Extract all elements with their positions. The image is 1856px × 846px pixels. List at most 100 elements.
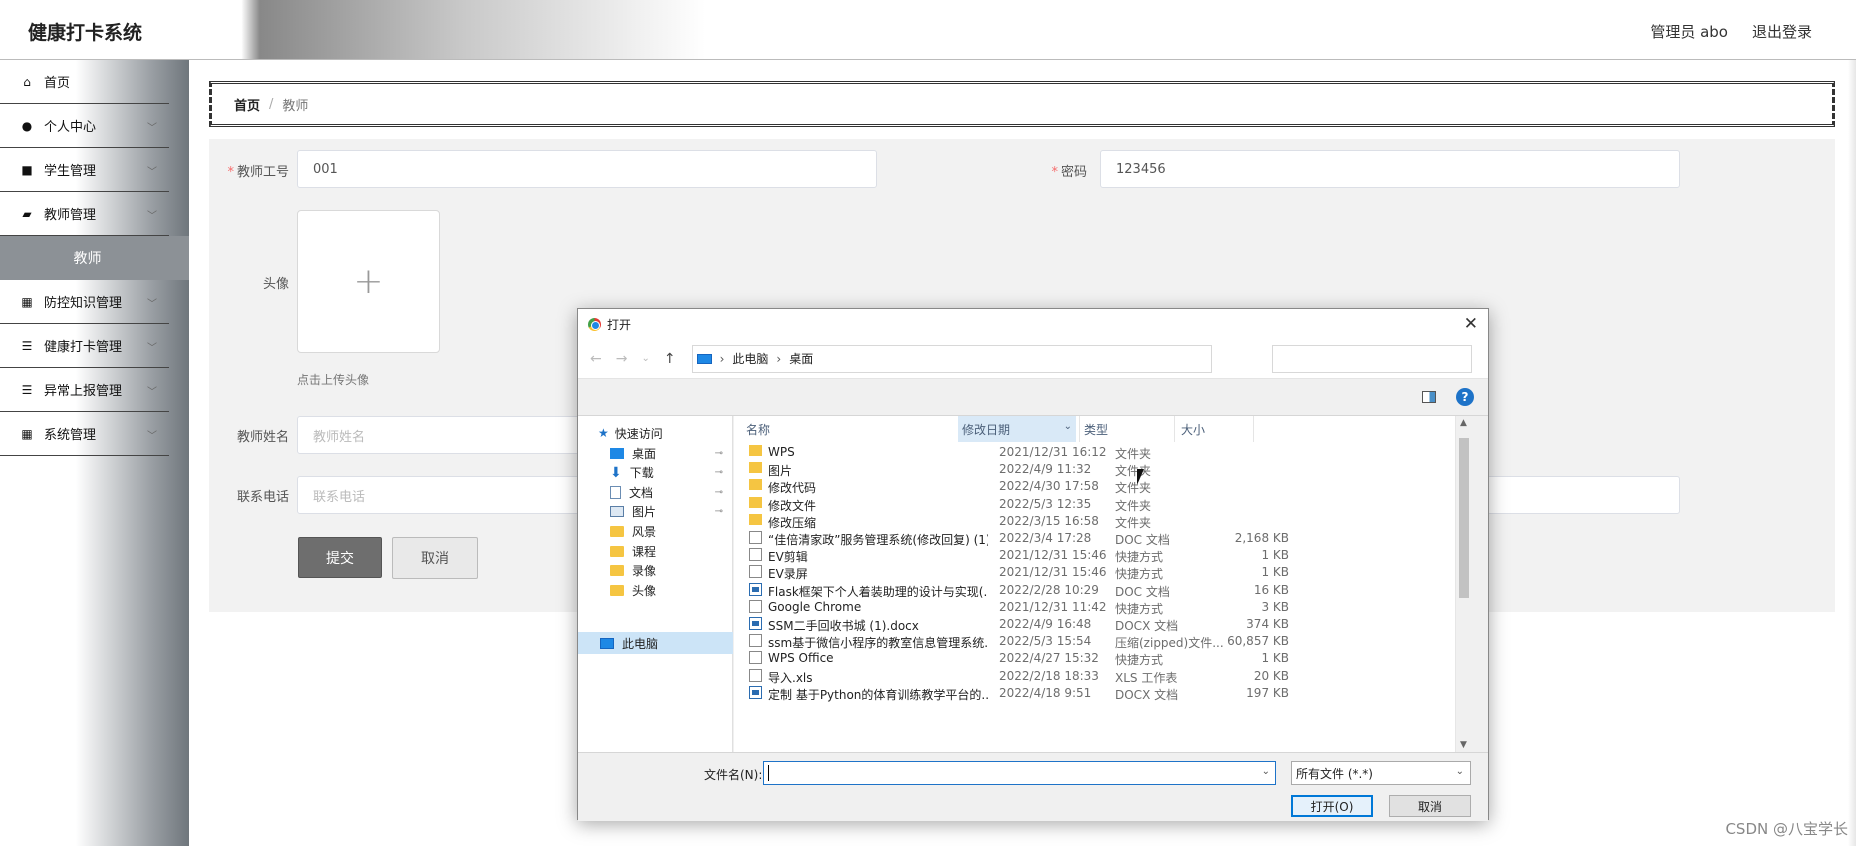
scrollbar-thumb[interactable] bbox=[1459, 438, 1469, 598]
nav-item-label: 图片 bbox=[632, 505, 657, 520]
address-segment-desktop[interactable]: 桌面 bbox=[789, 350, 813, 367]
folder-icon bbox=[749, 513, 762, 525]
chevron-down-icon: ﹀ bbox=[147, 167, 157, 178]
sidebar-item-a3[interactable]: ▰ 教师管理 ﹀ bbox=[0, 192, 169, 236]
column-type[interactable]: 类型 bbox=[1079, 416, 1174, 442]
forward-arrow-icon[interactable]: → bbox=[616, 351, 628, 367]
sidebar-item-a2[interactable]: ■ 学生管理 ﹀ bbox=[0, 148, 169, 192]
file-row[interactable]: 定制 基于Python的体育训练教学平台的... 2022/4/18 9:51 DO… bbox=[734, 683, 1472, 703]
column-name[interactable]: 名称 bbox=[746, 416, 946, 442]
search-input[interactable] bbox=[1271, 344, 1472, 373]
sidebar-item-label: 异常上报管理 bbox=[44, 384, 123, 399]
breadcrumb-home[interactable]: 首页 bbox=[234, 95, 260, 114]
sidebar-item-a0[interactable]: ⌂ 首页 bbox=[0, 60, 169, 104]
password-label-text: 密码 bbox=[1060, 165, 1087, 180]
nav-quick-access-label: 快速访问 bbox=[614, 426, 663, 441]
sidebar-item-label: 防控知识管理 bbox=[44, 296, 123, 311]
scroll-down-icon[interactable]: ▼ bbox=[1460, 740, 1467, 750]
help-icon[interactable]: ? bbox=[1456, 388, 1474, 406]
avatar-uploader[interactable]: + bbox=[297, 210, 440, 353]
upload-tip: 点击上传头像 bbox=[297, 373, 370, 387]
file-size: 60,857 KB bbox=[1227, 634, 1289, 649]
file-type-select[interactable]: 所有文件 (*.*) ⌄ bbox=[1291, 761, 1471, 785]
grid-icon: ▦ bbox=[21, 294, 33, 309]
folder-icon bbox=[749, 479, 762, 491]
word-file-icon bbox=[749, 685, 762, 699]
nav-item-label: 录像 bbox=[632, 564, 657, 579]
file-size: 3 KB bbox=[1261, 599, 1289, 614]
file-name: WPS Office bbox=[768, 651, 834, 666]
chevron-down-icon[interactable]: ⌄ bbox=[1262, 766, 1270, 777]
word-file-icon bbox=[749, 582, 762, 596]
file-list: ^ 名称 修改日期 ⌄ 类型 大小 WPS 2021/12/31 16:12 文件夹… bbox=[734, 416, 1472, 752]
logout-link[interactable]: 退出登录 bbox=[1752, 21, 1812, 42]
folder-icon bbox=[610, 525, 624, 537]
file-size: 1 KB bbox=[1261, 548, 1289, 563]
file-name: 定制 基于Python的体育训练教学平台的... bbox=[768, 687, 988, 702]
chevron-down-icon: ﹀ bbox=[147, 387, 157, 398]
close-icon[interactable]: ✕ bbox=[1464, 314, 1478, 334]
column-size[interactable]: 大小 bbox=[1174, 416, 1254, 442]
chevron-down-icon: ﹀ bbox=[147, 343, 157, 354]
recent-locations-icon[interactable]: ⌄ bbox=[641, 353, 649, 364]
open-button[interactable]: 打开(O) bbox=[1291, 795, 1373, 817]
back-arrow-icon[interactable]: ← bbox=[590, 351, 602, 367]
folder-icon bbox=[610, 545, 624, 557]
column-date[interactable]: 修改日期 ⌄ bbox=[958, 416, 1076, 442]
folder-icon bbox=[749, 445, 762, 456]
filename-input[interactable]: ⌄ bbox=[763, 761, 1276, 785]
file-date: 2021/12/31 15:46 bbox=[999, 548, 1107, 563]
word-file-icon bbox=[749, 617, 762, 630]
folder-icon bbox=[749, 462, 762, 474]
file-icon bbox=[749, 531, 762, 544]
dialog-cancel-button[interactable]: 取消 bbox=[1389, 795, 1471, 817]
file-date: 2021/12/31 11:42 bbox=[999, 599, 1107, 614]
pin-icon: ⊸ bbox=[714, 447, 723, 459]
grid-icon: ▦ bbox=[21, 426, 33, 441]
nav-this-pc[interactable]: 此电脑 bbox=[578, 632, 733, 654]
address-sep: › bbox=[776, 351, 782, 366]
picture-icon bbox=[610, 506, 624, 518]
preview-pane-icon[interactable] bbox=[1422, 391, 1436, 403]
file-size: 1 KB bbox=[1261, 651, 1289, 666]
address-bar[interactable]: › 此电脑 › 桌面 bbox=[691, 344, 1212, 373]
vertical-scrollbar[interactable]: ▲ ▼ bbox=[1455, 416, 1472, 752]
password-input[interactable]: 123456 bbox=[1100, 150, 1680, 188]
sidebar-item-b1[interactable]: ☰ 健康打卡管理 ﹀ bbox=[0, 324, 169, 368]
folder-icon bbox=[610, 584, 624, 596]
submit-button[interactable]: 提交 bbox=[298, 537, 382, 578]
chrome-icon bbox=[588, 317, 601, 331]
right-edge bbox=[1848, 60, 1856, 846]
folder-icon bbox=[610, 565, 624, 577]
file-date: 2022/3/15 16:58 bbox=[999, 513, 1099, 528]
list-icon: ☰ bbox=[21, 382, 33, 397]
up-arrow-icon[interactable]: ↑ bbox=[664, 351, 676, 367]
scroll-up-icon[interactable]: ▲ bbox=[1460, 418, 1467, 428]
file-date: 2022/4/18 9:51 bbox=[999, 685, 1092, 700]
file-size: 1 KB bbox=[1261, 565, 1289, 580]
sidebar-item-b3[interactable]: ▦ 系统管理 ﹀ bbox=[0, 412, 169, 456]
nav-item[interactable]: 头像 bbox=[578, 579, 733, 601]
dialog-toolbar: ? bbox=[578, 380, 1488, 416]
file-date: 2022/5/3 12:35 bbox=[999, 496, 1092, 511]
nav-quick-access[interactable]: ★ 快速访问 bbox=[578, 422, 733, 444]
filename-label: 文件名(N): bbox=[704, 768, 763, 782]
teacher-id-label: * 教师工号 bbox=[221, 161, 289, 180]
required-mark: * bbox=[1051, 165, 1058, 180]
file-date: 2021/12/31 15:46 bbox=[999, 565, 1107, 580]
sidebar-item-b2[interactable]: ☰ 异常上报管理 ﹀ bbox=[0, 368, 169, 412]
sidebar: ⌂ 首页 ● 个人中心 ﹀ ■ 学生管理 ﹀ ▰ 教师管理 ﹀ 教师 ▦ 防控知识管理 ﹀ ☰ 健康打卡管理… bbox=[0, 60, 189, 846]
sidebar-item-label: 学生管理 bbox=[44, 164, 97, 179]
file-name: Google Chrome bbox=[768, 599, 862, 614]
sidebar-item-teacher[interactable]: 教师 bbox=[0, 236, 189, 280]
address-segment-pc[interactable]: 此电脑 bbox=[732, 350, 768, 367]
file-date: 2022/4/27 15:32 bbox=[999, 651, 1099, 666]
file-icon bbox=[749, 668, 762, 682]
sidebar-item-a1[interactable]: ● 个人中心 ﹀ bbox=[0, 104, 169, 148]
app-title: 健康打卡系统 bbox=[28, 22, 143, 44]
cancel-button[interactable]: 取消 bbox=[392, 537, 478, 579]
teacher-id-input[interactable]: 001 bbox=[297, 150, 877, 188]
chevron-down-icon: ﹀ bbox=[147, 211, 157, 222]
password-label: * 密码 bbox=[1037, 161, 1087, 180]
sidebar-item-b0[interactable]: ▦ 防控知识管理 ﹀ bbox=[0, 280, 169, 324]
